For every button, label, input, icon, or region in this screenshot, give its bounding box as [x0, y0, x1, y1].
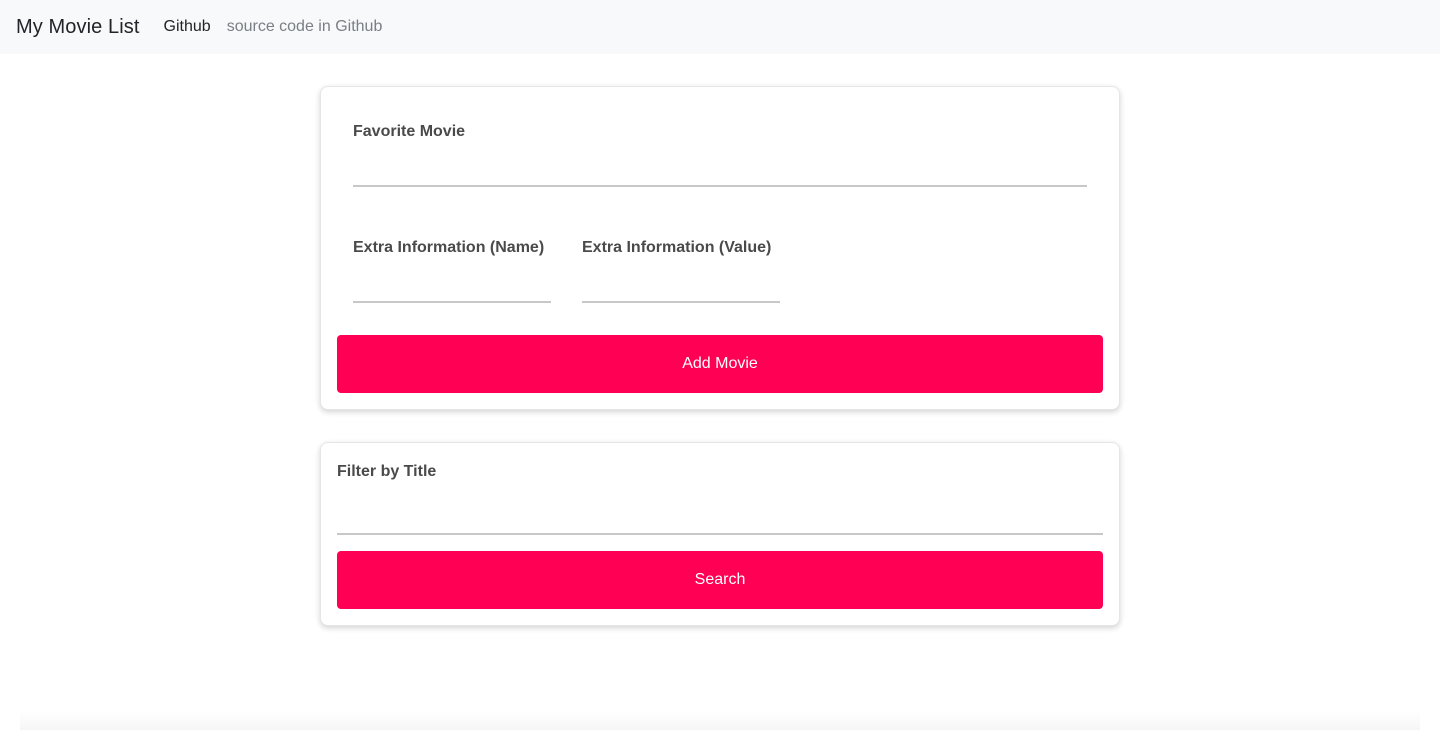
extra-value-label: Extra Information (Value)	[582, 239, 772, 256]
extra-name-label: Extra Information (Name)	[353, 239, 545, 256]
filter-card: Filter by Title Search	[320, 442, 1120, 626]
favorite-movie-input[interactable]	[353, 157, 1087, 187]
nav-link-source-code[interactable]: source code in Github	[227, 18, 383, 36]
footer-shadow	[20, 712, 1420, 730]
favorite-movie-label: Favorite Movie	[353, 123, 466, 140]
extra-value-input[interactable]	[582, 273, 780, 303]
search-button[interactable]: Search	[337, 551, 1103, 609]
filter-title-input[interactable]	[337, 505, 1103, 535]
nav-link-github[interactable]: Github	[164, 18, 211, 36]
filter-title-label: Filter by Title	[337, 463, 437, 480]
add-movie-card: Favorite Movie Extra Information (Name) …	[320, 86, 1120, 410]
brand-title[interactable]: My Movie List	[16, 16, 140, 39]
top-navbar: My Movie List Github source code in Gith…	[0, 0, 1440, 54]
extra-name-input[interactable]	[353, 273, 551, 303]
add-movie-button[interactable]: Add Movie	[337, 335, 1103, 393]
